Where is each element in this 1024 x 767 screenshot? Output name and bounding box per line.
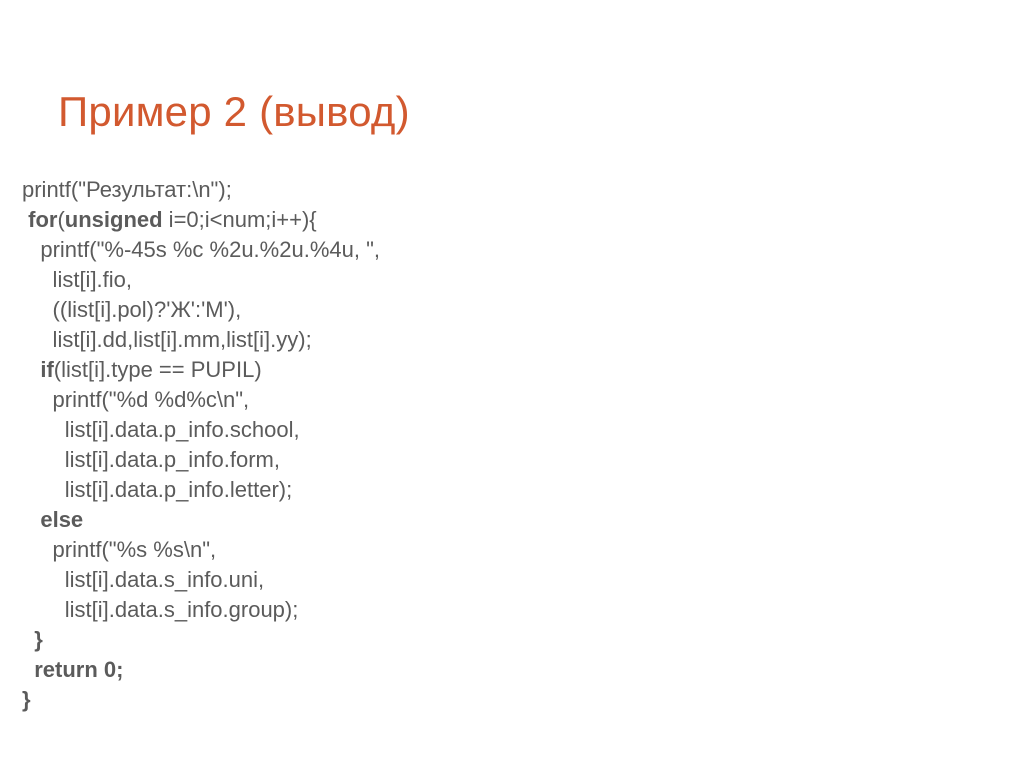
code-line-3: printf("%-45s %c %2u.%2u.%4u, ",	[22, 237, 380, 262]
code-line-1: printf("Результат:\n");	[22, 177, 232, 202]
code-line-15: list[i].data.s_info.group);	[22, 597, 298, 622]
code-line-2-rest: i=0;i<num;i++){	[163, 207, 317, 232]
keyword-if: if	[40, 357, 53, 382]
code-line-14: list[i].data.s_info.uni,	[22, 567, 264, 592]
code-line-2-paren: (	[57, 207, 64, 232]
code-line-11: list[i].data.p_info.letter);	[22, 477, 292, 502]
code-line-10: list[i].data.p_info.form,	[22, 447, 280, 472]
code-line-12-pad	[22, 507, 40, 532]
code-line-7-pad	[22, 357, 40, 382]
code-line-16: }	[22, 627, 43, 652]
code-line-7-rest: (list[i].type == PUPIL)	[54, 357, 262, 382]
code-line-4: list[i].fio,	[22, 267, 132, 292]
code-line-17-rest: 0;	[98, 657, 124, 682]
code-line-9: list[i].data.p_info.school,	[22, 417, 300, 442]
slide: Пример 2 (вывод) printf("Результат:\n");…	[0, 0, 1024, 767]
code-block: printf("Результат:\n"); for(unsigned i=0…	[22, 175, 380, 715]
code-line-18: }	[22, 687, 31, 712]
keyword-else: else	[40, 507, 83, 532]
keyword-for: for	[28, 207, 57, 232]
code-line-17-pad	[22, 657, 34, 682]
code-line-5: ((list[i].pol)?'Ж':'М'),	[22, 297, 241, 322]
code-line-6: list[i].dd,list[i].mm,list[i].yy);	[22, 327, 312, 352]
slide-title: Пример 2 (вывод)	[58, 88, 410, 136]
keyword-unsigned: unsigned	[65, 207, 163, 232]
keyword-return: return	[34, 657, 98, 682]
code-line-13: printf("%s %s\n",	[22, 537, 216, 562]
code-line-8: printf("%d %d%c\n",	[22, 387, 249, 412]
